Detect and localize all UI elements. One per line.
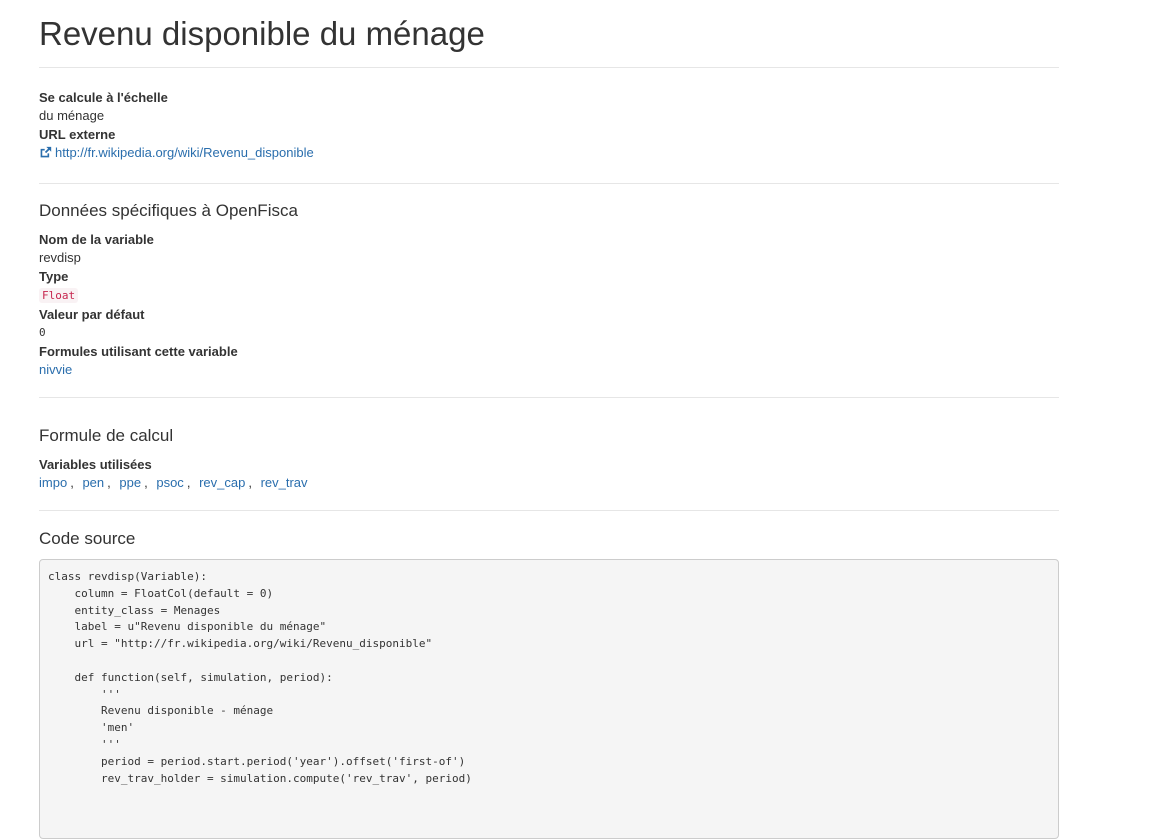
general-info-section: Se calcule à l'échelle du ménage URL ext… [39, 68, 1059, 184]
scale-value: du ménage [39, 108, 105, 123]
variable-link-pen[interactable]: pen [82, 475, 104, 490]
scale-label: Se calcule à l'échelle [39, 90, 168, 105]
formulas-using-label: Formules utilisant cette variable [39, 344, 238, 359]
formula-heading: Formule de calcul [39, 426, 174, 445]
variables-used-list: impo, pen, ppe, psoc, rev_cap, rev_trav [39, 475, 308, 490]
external-url-link[interactable]: http://fr.wikipedia.org/wiki/Revenu_disp… [39, 143, 314, 162]
source-code-block: class revdisp(Variable): column = FloatC… [39, 559, 1059, 839]
formula-link-nivvie[interactable]: nivvie [39, 362, 72, 377]
formula-section: Formule de calcul Variables utilisées im… [39, 398, 1059, 511]
openfisca-section: Données spécifiques à OpenFisca Nom de l… [39, 184, 1059, 398]
variable-link-rev-cap[interactable]: rev_cap [199, 475, 245, 490]
variable-name-value: revdisp [39, 250, 81, 265]
variables-used-label: Variables utilisées [39, 457, 152, 472]
external-url-text: http://fr.wikipedia.org/wiki/Revenu_disp… [55, 145, 314, 160]
source-code-heading: Code source [39, 529, 136, 548]
external-link-icon [40, 146, 52, 158]
variable-name-label: Nom de la variable [39, 232, 154, 247]
type-value: Float [39, 288, 79, 303]
variable-link-impo[interactable]: impo [39, 475, 67, 490]
default-value: 0 [39, 326, 46, 339]
external-url-label: URL externe [39, 127, 116, 142]
openfisca-heading: Données spécifiques à OpenFisca [39, 201, 298, 220]
variable-link-ppe[interactable]: ppe [119, 475, 141, 490]
source-code-section: Code source class revdisp(Variable): col… [39, 511, 1059, 839]
type-label: Type [39, 269, 69, 284]
variable-link-rev-trav[interactable]: rev_trav [261, 475, 308, 490]
page-container: Revenu disponible du ménage Se calcule à… [39, 0, 1059, 839]
default-value-label: Valeur par défaut [39, 307, 145, 322]
variable-link-psoc[interactable]: psoc [156, 475, 183, 490]
page-title: Revenu disponible du ménage [39, 0, 1059, 68]
